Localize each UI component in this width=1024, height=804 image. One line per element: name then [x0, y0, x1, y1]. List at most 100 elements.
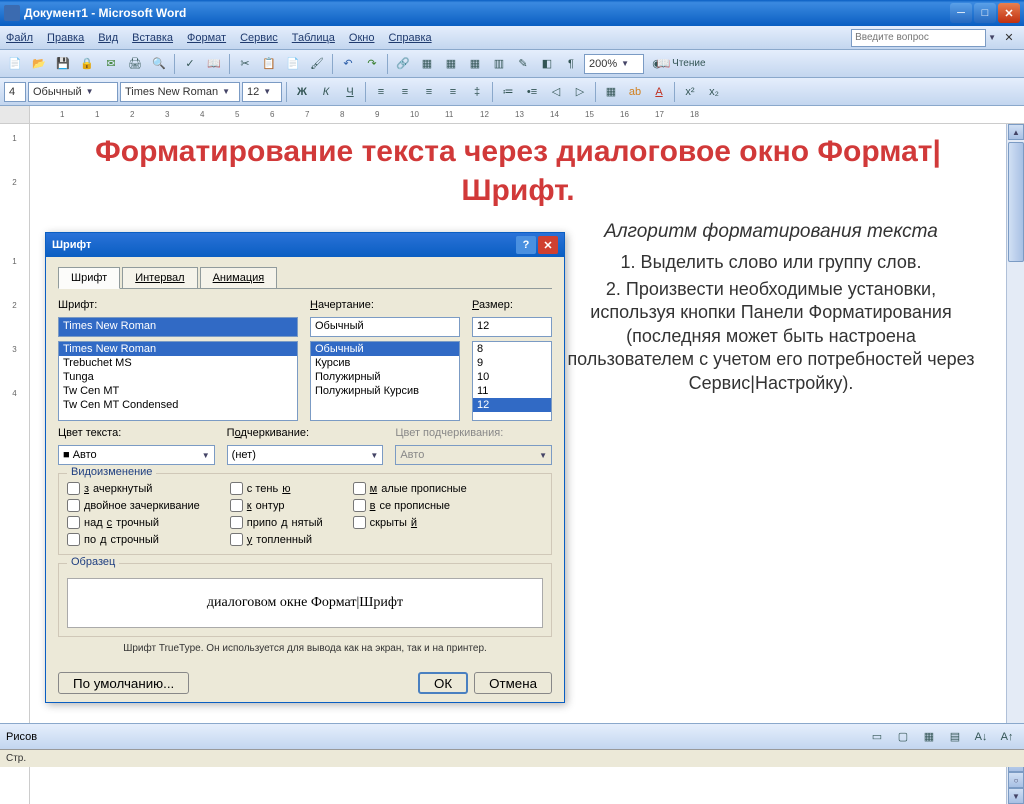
new-doc-button[interactable]: 📄: [4, 53, 26, 75]
list-item[interactable]: 8: [473, 342, 551, 356]
menu-view[interactable]: Вид: [98, 32, 118, 44]
dialog-close-button[interactable]: ✕: [538, 236, 558, 254]
check-engrave[interactable]: утопленный: [230, 533, 323, 546]
menu-window[interactable]: Окно: [349, 32, 375, 44]
close-doc-button[interactable]: ✕: [1000, 29, 1018, 47]
increase-indent-button[interactable]: ▷: [569, 81, 591, 103]
check-outline[interactable]: контур: [230, 499, 323, 512]
font-combo[interactable]: Times New Roman▼: [120, 82, 240, 102]
maximize-button[interactable]: □: [974, 3, 996, 23]
subscript-button[interactable]: x₂: [703, 81, 725, 103]
hyperlink-button[interactable]: 🔗: [392, 53, 414, 75]
drawing-button[interactable]: ✎: [512, 53, 534, 75]
vertical-scrollbar[interactable]: ▲ ▼ ▲ ○ ▼: [1006, 124, 1024, 804]
list-item[interactable]: Times New Roman: [59, 342, 297, 356]
draw-tool[interactable]: ▭: [866, 726, 888, 748]
decrease-indent-button[interactable]: ◁: [545, 81, 567, 103]
undo-button[interactable]: ↶: [337, 53, 359, 75]
dialog-titlebar[interactable]: Шрифт ? ✕: [46, 233, 564, 257]
draw-tool[interactable]: ▢: [892, 726, 914, 748]
horizontal-ruler[interactable]: 1123456789101112131415161718: [30, 106, 1024, 123]
check-allcaps[interactable]: все прописные: [353, 499, 467, 512]
font-color-button[interactable]: A: [648, 81, 670, 103]
permission-button[interactable]: 🔒: [76, 53, 98, 75]
tab-font[interactable]: Шрифт: [58, 267, 120, 289]
check-hidden[interactable]: скрытый: [353, 516, 467, 529]
save-button[interactable]: 💾: [52, 53, 74, 75]
columns-button[interactable]: ▥: [488, 53, 510, 75]
font-style-input[interactable]: Обычный: [310, 317, 460, 337]
bullets-button[interactable]: •≡: [521, 81, 543, 103]
list-item[interactable]: Tunga: [59, 370, 297, 384]
align-right-button[interactable]: ≡: [418, 81, 440, 103]
font-color-combo[interactable]: ■ Авто▼: [58, 445, 215, 465]
list-item[interactable]: Полужирный Курсив: [311, 384, 459, 398]
dialog-help-button[interactable]: ?: [516, 236, 536, 254]
check-subscript[interactable]: подстрочный: [67, 533, 200, 546]
italic-button[interactable]: К: [315, 81, 337, 103]
list-item[interactable]: 11: [473, 384, 551, 398]
font-name-input[interactable]: Times New Roman: [58, 317, 298, 337]
draw-tool[interactable]: ▦: [918, 726, 940, 748]
open-button[interactable]: 📂: [28, 53, 50, 75]
menu-tools[interactable]: Сервис: [240, 32, 278, 44]
size-combo[interactable]: 12▼: [242, 82, 282, 102]
cancel-button[interactable]: Отмена: [474, 672, 552, 694]
check-strikethrough[interactable]: зачеркнутый: [67, 482, 200, 495]
draw-tool[interactable]: ▤: [944, 726, 966, 748]
menu-file[interactable]: Файл: [6, 32, 33, 44]
draw-tool[interactable]: A↓: [970, 726, 992, 748]
list-item[interactable]: 9: [473, 356, 551, 370]
print-button[interactable]: 🖨: [124, 53, 146, 75]
minimize-button[interactable]: ─: [950, 3, 972, 23]
draw-tool[interactable]: A↑: [996, 726, 1018, 748]
redo-button[interactable]: ↷: [361, 53, 383, 75]
email-button[interactable]: ✉: [100, 53, 122, 75]
font-size-input[interactable]: 12: [472, 317, 552, 337]
tab-animation[interactable]: Анимация: [200, 267, 278, 288]
list-item[interactable]: Tw Cen MT: [59, 384, 297, 398]
menu-insert[interactable]: Вставка: [132, 32, 173, 44]
menu-format[interactable]: Формат: [187, 32, 226, 44]
check-emboss[interactable]: приподнятый: [230, 516, 323, 529]
scroll-up-arrow[interactable]: ▲: [1008, 124, 1024, 140]
excel-button[interactable]: ▦: [464, 53, 486, 75]
tab-spacing[interactable]: Интервал: [122, 267, 197, 288]
next-page-button[interactable]: ▼: [1008, 788, 1024, 804]
list-item[interactable]: 10: [473, 370, 551, 384]
underline-button[interactable]: Ч: [339, 81, 361, 103]
insert-table-button[interactable]: ▦: [440, 53, 462, 75]
reading-layout-button[interactable]: 📖Чтение: [670, 53, 692, 75]
style-level-combo[interactable]: 4: [4, 82, 26, 102]
style-listbox[interactable]: Обычный Курсив Полужирный Полужирный Кур…: [310, 341, 460, 421]
spelling-button[interactable]: ✓: [179, 53, 201, 75]
menu-help[interactable]: Справка: [388, 32, 431, 44]
numbering-button[interactable]: ≔: [497, 81, 519, 103]
list-item[interactable]: Trebuchet MS: [59, 356, 297, 370]
menu-edit[interactable]: Правка: [47, 32, 84, 44]
preview-button[interactable]: 🔍: [148, 53, 170, 75]
scroll-thumb[interactable]: [1008, 142, 1024, 262]
copy-button[interactable]: 📋: [258, 53, 280, 75]
cut-button[interactable]: ✂: [234, 53, 256, 75]
vertical-ruler[interactable]: 121234: [0, 124, 30, 804]
list-item[interactable]: Обычный: [311, 342, 459, 356]
underline-combo[interactable]: (нет)▼: [227, 445, 384, 465]
ok-button[interactable]: ОК: [418, 672, 468, 694]
align-left-button[interactable]: ≡: [370, 81, 392, 103]
tables-button[interactable]: ▦: [416, 53, 438, 75]
default-button[interactable]: По умолчанию...: [58, 672, 189, 694]
check-shadow[interactable]: с тенью: [230, 482, 323, 495]
check-double-strikethrough[interactable]: двойное зачеркивание: [67, 499, 200, 512]
format-painter-button[interactable]: 🖌: [306, 53, 328, 75]
style-combo[interactable]: Обычный▼: [28, 82, 118, 102]
bold-button[interactable]: Ж: [291, 81, 313, 103]
highlight-button[interactable]: ab: [624, 81, 646, 103]
align-center-button[interactable]: ≡: [394, 81, 416, 103]
list-item[interactable]: Tw Cen MT Condensed: [59, 398, 297, 412]
paste-button[interactable]: 📄: [282, 53, 304, 75]
check-superscript[interactable]: надстрочный: [67, 516, 200, 529]
browse-object-button[interactable]: ○: [1008, 772, 1024, 788]
size-listbox[interactable]: 8 9 10 11 12: [472, 341, 552, 421]
doc-map-button[interactable]: ◧: [536, 53, 558, 75]
